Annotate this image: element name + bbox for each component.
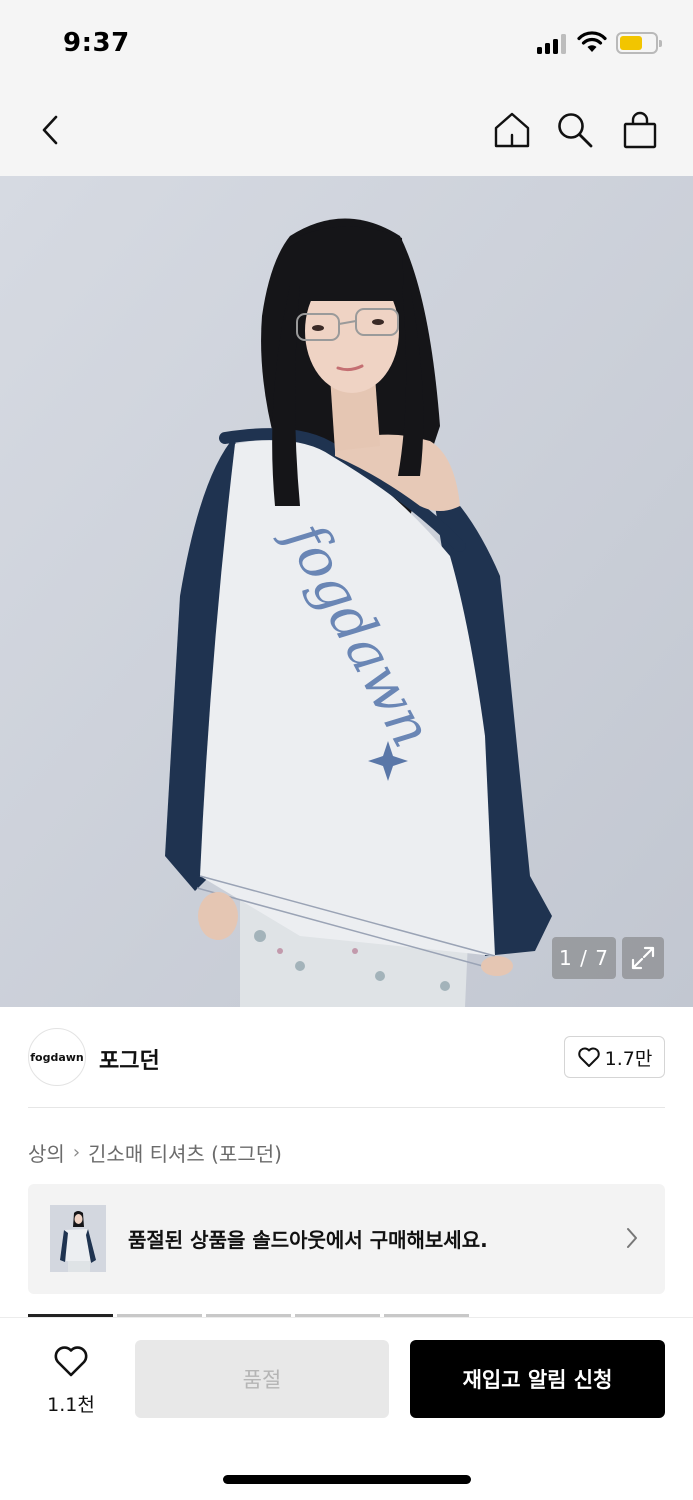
breadcrumb-category[interactable]: 상의 (28, 1138, 65, 1167)
chevron-right-icon (627, 1228, 637, 1248)
status-time: 9:37 (63, 28, 130, 58)
cellular-signal-icon (537, 34, 569, 54)
divider (28, 1107, 665, 1108)
brand-row: fogdawn 포그던 1.7만 (28, 1028, 665, 1086)
shopping-bag-icon (623, 111, 657, 149)
cart-button[interactable] (618, 108, 662, 152)
top-nav-bar (0, 88, 693, 176)
battery-icon (616, 32, 662, 54)
status-bar: 9:37 (0, 0, 693, 88)
product-photo: fogdawn (0, 176, 693, 1007)
home-button[interactable] (490, 108, 534, 152)
soldout-banner[interactable]: 품절된 상품을 솔드아웃에서 구매해보세요. (28, 1184, 665, 1294)
heart-icon (54, 1346, 88, 1377)
expand-icon (631, 946, 655, 970)
breadcrumb: 상의 › 긴소매 티셔츠 (포그던) (28, 1138, 282, 1167)
back-button[interactable] (28, 108, 72, 152)
search-icon (558, 113, 593, 148)
bottom-action-bar: 1.1천 품절 재입고 알림 신청 (0, 1318, 693, 1500)
brand-like-count: 1.7만 (604, 1047, 653, 1070)
product-image-gallery[interactable]: fogdawn 1 / 7 (0, 176, 693, 1007)
home-icon (494, 112, 530, 148)
wifi-icon (577, 30, 607, 54)
brand-like-button[interactable]: 1.7만 (564, 1036, 665, 1078)
breadcrumb-separator-icon: › (72, 1142, 81, 1163)
home-indicator (223, 1475, 471, 1484)
wishlist-count: 1.1천 (47, 1394, 95, 1416)
brand-name[interactable]: 포그던 (99, 1043, 160, 1075)
chevron-left-icon (42, 115, 58, 145)
heart-icon (577, 1047, 600, 1067)
search-button[interactable] (553, 108, 597, 152)
breadcrumb-subcategory[interactable]: 긴소매 티셔츠 (포그던) (88, 1138, 282, 1167)
image-counter: 1 / 7 (552, 937, 616, 979)
banner-thumbnail (50, 1205, 106, 1272)
brand-logo[interactable]: fogdawn (28, 1028, 86, 1086)
restock-alert-button[interactable]: 재입고 알림 신청 (410, 1340, 665, 1418)
expand-image-button[interactable] (622, 937, 664, 979)
soldout-button: 품절 (135, 1340, 389, 1418)
soldout-banner-text: 품절된 상품을 솔드아웃에서 구매해보세요. (128, 1228, 488, 1252)
wishlist-button[interactable]: 1.1천 (40, 1344, 102, 1416)
